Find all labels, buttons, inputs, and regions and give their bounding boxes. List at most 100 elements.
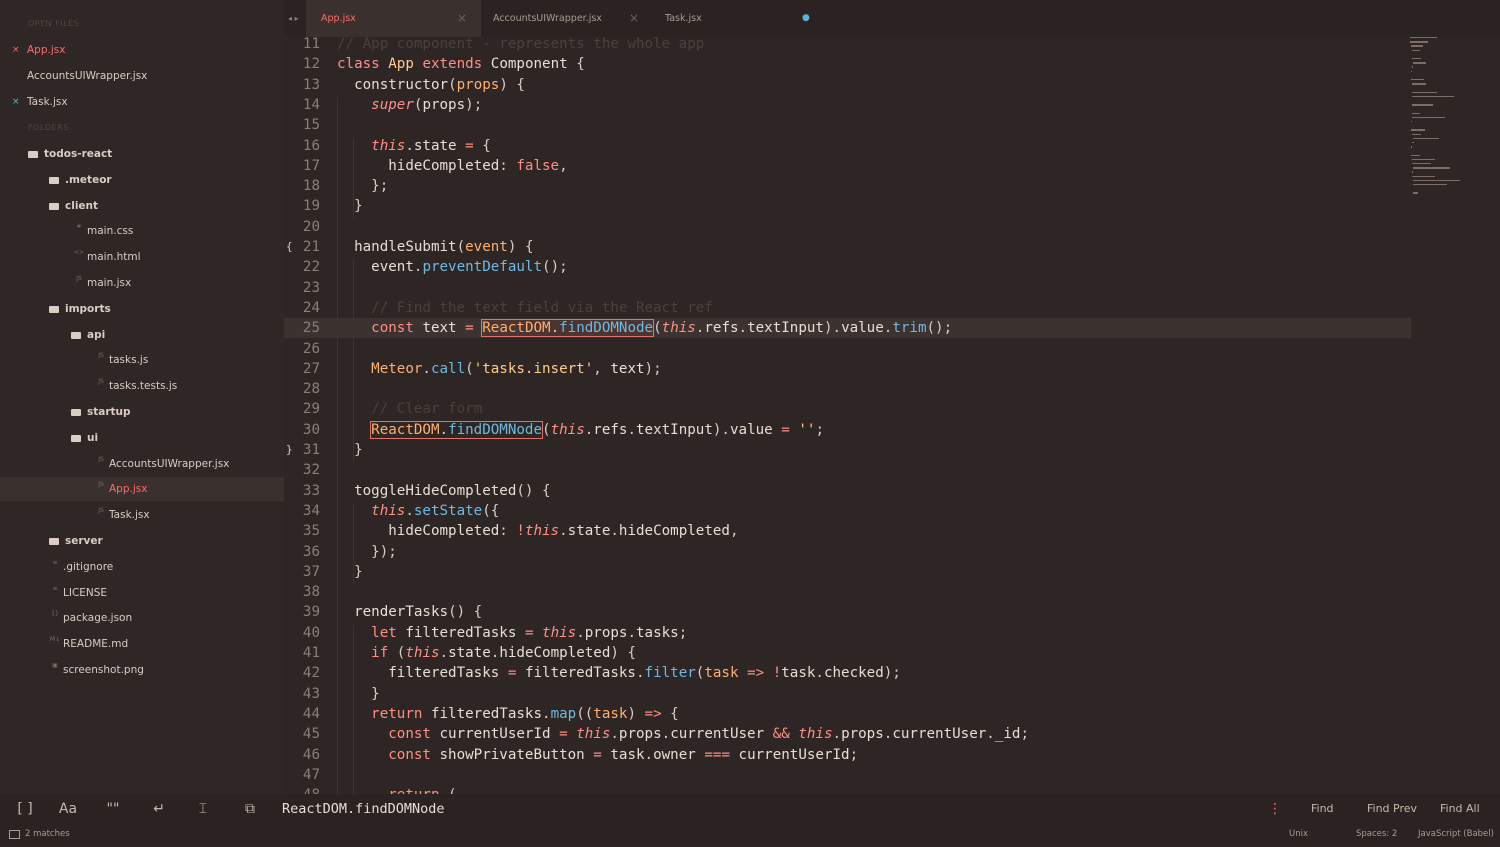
code-line[interactable]: 31} }	[284, 440, 1411, 460]
code-line[interactable]: 48 return (	[284, 785, 1411, 794]
tab-nav-arrows-icon[interactable]: ◂ ▸	[288, 0, 299, 37]
find-button[interactable]: Find	[1311, 794, 1334, 824]
code-line[interactable]: 11 // App component - represents the whol…	[284, 37, 1411, 54]
code-line[interactable]: 40 let filteredTasks = this.props.tasks;	[284, 623, 1411, 643]
tab-app-jsx[interactable]: App.jsx ×	[306, 0, 481, 37]
code-line[interactable]: 33 toggleHideCompleted() {	[284, 481, 1411, 501]
folder-ui[interactable]: ui	[0, 426, 284, 450]
close-file-icon[interactable]: ×	[12, 38, 20, 62]
minimap-line	[1411, 146, 1412, 148]
fold-marker-icon[interactable]: }	[286, 440, 293, 460]
indentation[interactable]: Spaces: 2	[1356, 824, 1397, 844]
code-line[interactable]: 42 filteredTasks = filteredTasks.filter(…	[284, 663, 1411, 683]
file-task-jsx[interactable]: JS Task.jsx	[0, 503, 284, 527]
wrap-toggle-icon[interactable]: ↵	[148, 794, 170, 824]
in-selection-toggle-icon[interactable]: ⌶	[192, 794, 214, 824]
file-screenshot-png[interactable]: ▣ screenshot.png	[0, 658, 284, 682]
file-main-css[interactable]: # main.css	[0, 219, 284, 243]
tab-task-jsx[interactable]: Task.jsx ●	[656, 0, 826, 37]
unsaved-dot-icon[interactable]: ●	[802, 0, 810, 37]
code-line[interactable]: 38	[284, 582, 1411, 602]
code-line[interactable]: 21{ handleSubmit(event) {	[284, 237, 1411, 257]
minimap-line	[1413, 167, 1451, 169]
code-line[interactable]: 32	[284, 460, 1411, 480]
tab-close-icon[interactable]: ×	[629, 0, 639, 37]
file-readme-md[interactable]: M↓ README.md	[0, 632, 284, 656]
folder-api[interactable]: api	[0, 323, 284, 347]
file-gitignore[interactable]: ≡ .gitignore	[0, 555, 284, 579]
code-line[interactable]: 23	[284, 278, 1411, 298]
regex-toggle-icon[interactable]: [ ]	[14, 794, 36, 824]
code-line[interactable]: 46 const showPrivateButton = task.owner …	[284, 745, 1411, 765]
code-line[interactable]: 19 }	[284, 196, 1411, 216]
minimap-line	[1413, 192, 1419, 194]
code-line[interactable]: 30 ReactDOM.findDOMNode(this.refs.textIn…	[284, 420, 1411, 440]
tree-item-label: AccountsUIWrapper.jsx	[109, 457, 230, 470]
line-number: 40	[302, 624, 320, 641]
file-license[interactable]: ≡ LICENSE	[0, 581, 284, 605]
tree-item-label: .gitignore	[63, 560, 114, 573]
code-line[interactable]: 15	[284, 115, 1411, 135]
file-accountsuiwrapper-jsx[interactable]: JS AccountsUIWrapper.jsx	[0, 452, 284, 476]
file-tasks-js[interactable]: JS tasks.js	[0, 348, 284, 372]
open-file-task[interactable]: × Task.jsx	[0, 90, 284, 114]
code-line[interactable]: 35 hideCompleted: !this.state.hideComple…	[284, 521, 1411, 541]
code-line[interactable]: 39 renderTasks() {	[284, 602, 1411, 622]
code-line[interactable]: 13 constructor(props) {	[284, 75, 1411, 95]
line-number: 33	[302, 482, 320, 499]
highlight-matches-toggle-icon[interactable]: ⧉	[239, 794, 261, 824]
code-line[interactable]: 27 Meteor.call('tasks.insert', text);	[284, 359, 1411, 379]
minimap-line	[1412, 158, 1436, 161]
code-line[interactable]: 36 });	[284, 542, 1411, 562]
find-input[interactable]	[282, 797, 1242, 821]
find-prev-button[interactable]: Find Prev	[1367, 794, 1417, 824]
syntax-mode[interactable]: JavaScript (Babel)	[1418, 824, 1494, 844]
file-main-html[interactable]: <> main.html	[0, 245, 284, 269]
open-file-app[interactable]: × App.jsx	[0, 38, 284, 62]
fold-marker-icon[interactable]: {	[286, 237, 293, 257]
open-file-accounts-ui-wrapper[interactable]: AccountsUIWrapper.jsx	[0, 64, 284, 88]
code-line[interactable]: 22 event.preventDefault();	[284, 257, 1411, 277]
case-sensitive-toggle-icon[interactable]: Aa	[57, 794, 79, 824]
minimap[interactable]	[1410, 37, 1490, 217]
code-line[interactable]: 24 // Find the text field via the React …	[284, 298, 1411, 318]
folder-server[interactable]: server	[0, 529, 284, 553]
code-line[interactable]: 14 super(props);	[284, 95, 1411, 115]
tab-close-icon[interactable]: ×	[457, 0, 467, 37]
find-all-button[interactable]: Find All	[1440, 794, 1480, 824]
folder-imports[interactable]: imports	[0, 297, 284, 321]
tab-accounts-ui-wrapper[interactable]: AccountsUIWrapper.jsx ×	[481, 0, 656, 37]
status-panel-icon[interactable]	[9, 824, 20, 844]
code-line[interactable]: 47	[284, 765, 1411, 785]
find-options-icon[interactable]: ⋮	[1268, 794, 1282, 824]
code-line[interactable]: 44 return filteredTasks.map((task) => {	[284, 704, 1411, 724]
file-tasks-tests-js[interactable]: JS tasks.tests.js	[0, 374, 284, 398]
code-line[interactable]: 28	[284, 379, 1411, 399]
code-line[interactable]: 41 if (this.state.hideCompleted) {	[284, 643, 1411, 663]
folder-icon	[28, 151, 38, 158]
code-line[interactable]: 26	[284, 339, 1411, 359]
whole-word-toggle-icon[interactable]: ""	[102, 794, 124, 824]
line-number: 26	[302, 340, 320, 357]
close-file-icon[interactable]: ×	[12, 90, 20, 114]
folder-todos-react[interactable]: todos-react	[0, 142, 284, 166]
folder-startup[interactable]: startup	[0, 400, 284, 424]
folder-client[interactable]: client	[0, 194, 284, 218]
code-line[interactable]: 43 }	[284, 684, 1411, 704]
file-main-jsx[interactable]: JS main.jsx	[0, 271, 284, 295]
code-line[interactable]: 18 };	[284, 176, 1411, 196]
code-line[interactable]: 34 this.setState({	[284, 501, 1411, 521]
code-line[interactable]: 20	[284, 217, 1411, 237]
code-line[interactable]: 29 // Clear form	[284, 399, 1411, 419]
code-line[interactable]: 16 this.state = {	[284, 136, 1411, 156]
file-package-json[interactable]: {} package.json	[0, 606, 284, 630]
file-app-jsx[interactable]: JS App.jsx	[0, 477, 284, 502]
code-line[interactable]: 25 const text = ReactDOM.findDOMNode(thi…	[284, 318, 1411, 339]
code-editor[interactable]: 11 // App component - represents the whol…	[284, 37, 1500, 794]
line-endings[interactable]: Unix	[1289, 824, 1308, 844]
code-line[interactable]: 37 }	[284, 562, 1411, 582]
folder-meteor[interactable]: .meteor	[0, 168, 284, 192]
code-line[interactable]: 45 const currentUserId = this.props.curr…	[284, 724, 1411, 744]
code-line[interactable]: 17 hideCompleted: false,	[284, 156, 1411, 176]
code-line[interactable]: 12 class App extends Component {	[284, 54, 1411, 74]
